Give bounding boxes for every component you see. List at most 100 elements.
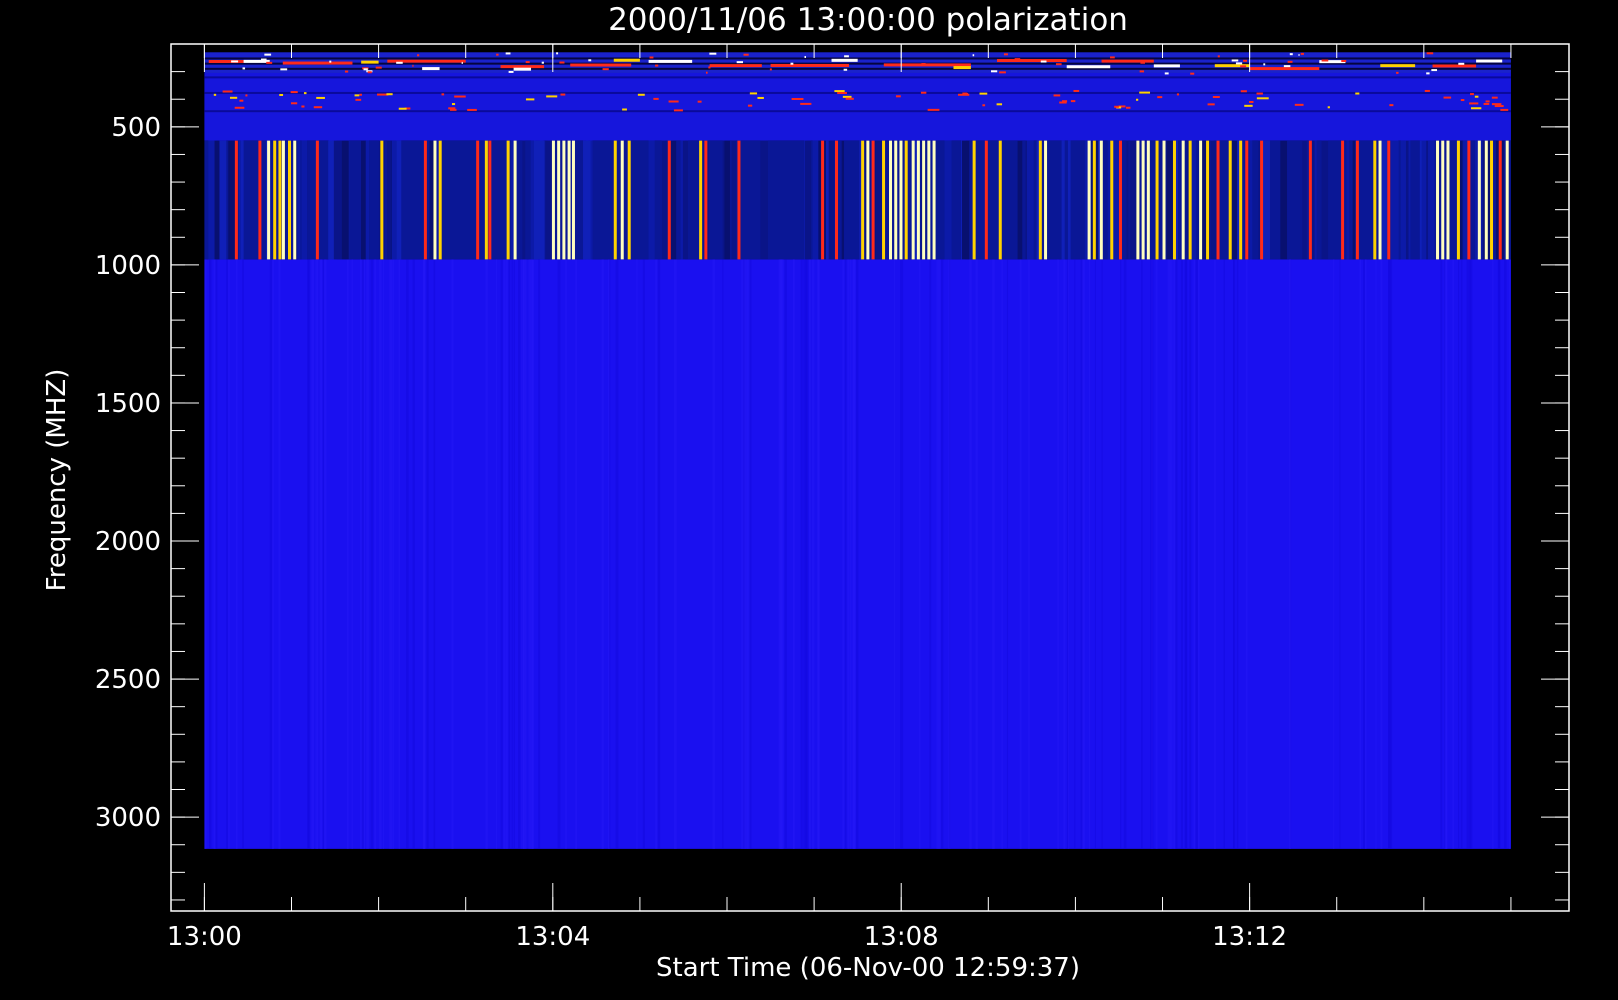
quiet-texture	[1363, 259, 1365, 849]
quiet-texture	[893, 259, 895, 849]
upper-band-streak	[354, 94, 360, 97]
quiet-texture	[1123, 259, 1127, 849]
burst-stripe	[1239, 140, 1243, 260]
quiet-texture	[1289, 259, 1291, 849]
quiet-texture	[1223, 259, 1225, 849]
quiet-texture	[657, 259, 661, 849]
quiet-texture	[500, 259, 503, 849]
upper-band-streak	[1114, 105, 1119, 108]
top-band-speck	[649, 56, 654, 59]
upper-band-streak	[927, 108, 940, 111]
top-band-streak	[1476, 59, 1503, 63]
upper-band-streak	[1474, 95, 1479, 98]
burst-band-texture	[961, 140, 970, 260]
top-band-speck	[769, 68, 772, 71]
top-band-speck	[525, 61, 530, 64]
quiet-texture	[636, 259, 638, 849]
burst-band-texture	[1352, 140, 1356, 260]
top-band-speck	[1243, 59, 1248, 62]
burst-stripe	[1181, 140, 1185, 260]
burst-stripe	[889, 140, 893, 260]
quiet-texture	[235, 259, 238, 849]
burst-stripe	[273, 140, 277, 260]
burst-stripe	[1216, 140, 1220, 260]
top-band-streak	[282, 61, 353, 65]
top-band-streak	[1066, 65, 1111, 69]
quiet-texture	[360, 259, 362, 849]
top-band-speck	[363, 68, 368, 71]
quiet-texture	[1067, 259, 1070, 849]
top-band-speck	[1055, 63, 1062, 66]
burst-band-texture	[1130, 140, 1137, 260]
quiet-texture	[1151, 259, 1153, 849]
top-band-streak	[1380, 64, 1416, 68]
upper-band-streak	[1491, 96, 1498, 99]
burst-stripe	[1092, 140, 1096, 260]
top-band-speck	[375, 66, 382, 69]
burst-stripe	[506, 140, 510, 260]
top-band-speck	[790, 62, 794, 65]
upper-band-streak	[1256, 97, 1269, 100]
burst-stripe	[1228, 140, 1232, 260]
top-band-speck	[999, 71, 1006, 74]
upper-band-streak	[1207, 103, 1215, 106]
quiet-texture	[433, 259, 436, 849]
upper-band-streak	[653, 97, 659, 100]
quiet-texture	[575, 259, 578, 849]
top-band-speck	[1217, 55, 1220, 58]
quiet-texture	[1057, 259, 1059, 849]
burst-stripe	[1484, 140, 1488, 260]
quiet-texture	[346, 259, 349, 849]
upper-band-streak	[842, 95, 852, 98]
band-upper-band	[204, 72, 1511, 141]
top-band-speck	[655, 64, 659, 67]
upper-band-streak	[845, 97, 854, 100]
top-band-streak	[613, 58, 640, 62]
burst-stripe	[620, 140, 624, 260]
upper-band-streak	[1483, 102, 1490, 105]
quiet-texture	[530, 259, 534, 849]
top-band-streak	[1153, 64, 1180, 68]
quiet-texture	[321, 259, 323, 849]
upper-band-streak	[316, 96, 325, 99]
burst-band-texture	[1346, 140, 1350, 260]
quiet-texture	[811, 259, 815, 849]
upper-band-streak	[1073, 89, 1080, 92]
quiet-texture	[204, 259, 207, 849]
quiet-texture	[1006, 259, 1009, 849]
burst-stripe	[1162, 140, 1166, 260]
upper-band-streak	[1355, 92, 1360, 95]
upper-band-streak	[1157, 96, 1163, 99]
burst-stripe	[1118, 140, 1122, 260]
quiet-texture	[745, 259, 749, 849]
burst-band-texture	[944, 140, 952, 260]
quiet-texture	[215, 259, 218, 849]
quiet-texture	[1141, 259, 1143, 849]
top-band-speck	[1263, 63, 1266, 66]
burst-band-texture	[1027, 140, 1034, 260]
quiet-texture	[1074, 259, 1076, 849]
burst-stripe	[704, 140, 708, 260]
burst-stripe	[984, 140, 988, 260]
burst-band-texture	[1262, 140, 1270, 260]
quiet-texture	[1197, 259, 1200, 849]
quiet-texture	[517, 259, 521, 849]
upper-band-streak	[920, 91, 927, 94]
quiet-texture	[370, 259, 374, 849]
top-band-speck	[329, 60, 332, 63]
burst-stripe	[551, 140, 555, 260]
burst-stripe	[1477, 140, 1481, 260]
quiet-texture	[1169, 259, 1173, 849]
quiet-texture	[1155, 259, 1158, 849]
upper-band-streak	[962, 92, 967, 95]
y-tick-label: 2000	[95, 527, 161, 557]
quiet-texture	[389, 259, 393, 849]
quiet-texture	[1333, 259, 1335, 849]
upper-band-streak	[1139, 91, 1151, 94]
burst-band-texture	[228, 140, 236, 260]
quiet-texture	[325, 259, 327, 849]
burst-stripe	[871, 140, 875, 260]
top-band-speck	[972, 54, 975, 57]
upper-band-streak	[451, 103, 456, 106]
upper-band-streak	[560, 93, 566, 96]
